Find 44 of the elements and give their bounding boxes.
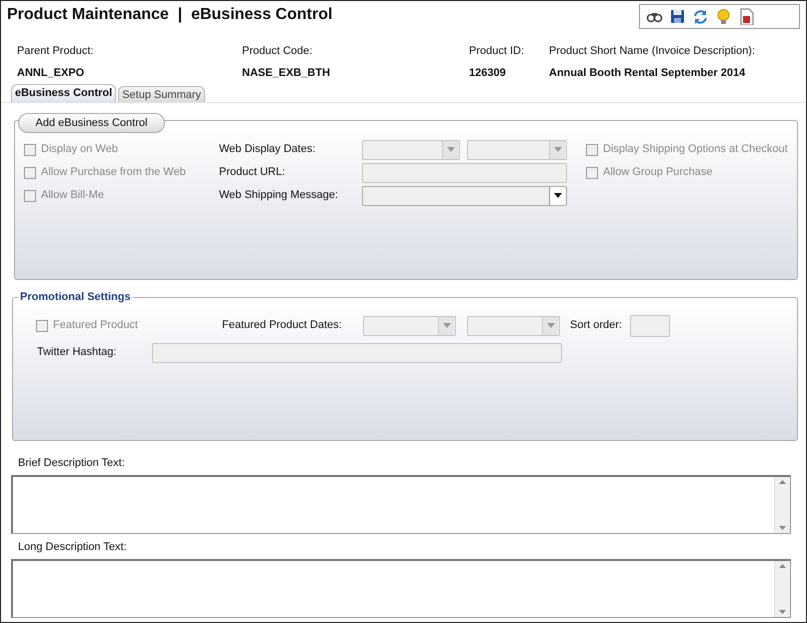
scroll-down-icon[interactable] [779, 526, 786, 530]
save-icon[interactable] [669, 8, 686, 25]
field-value: ANNL_EXPO [17, 66, 86, 80]
dropdown[interactable] [363, 316, 456, 336]
window-title: Product Maintenance | eBusiness Control [7, 5, 332, 25]
tab[interactable]: eBusiness Control [11, 84, 116, 102]
lightbulb-icon[interactable] [715, 8, 732, 25]
field-label: Product URL: [219, 165, 286, 180]
field-label: Featured Product Dates: [222, 318, 343, 334]
checkbox-label: Display Shipping Options at Checkout [603, 142, 788, 158]
field-label: Parent Product: [17, 44, 94, 59]
field-value: Annual Booth Rental September 2014 [549, 66, 746, 80]
refresh-icon[interactable] [692, 8, 709, 25]
text-area[interactable] [11, 559, 791, 618]
field-label: Web Display Dates: [219, 142, 316, 158]
input-field[interactable] [630, 314, 670, 336]
add-button[interactable]: Add eBusiness Control [18, 113, 165, 133]
field-label: Product Code: [242, 44, 314, 59]
field-label: Product Short Name (Invoice Description): [549, 44, 756, 59]
checkbox-label: Allow Group Purchase [603, 165, 712, 180]
checkbox-label: Allow Bill-Me [41, 188, 104, 204]
scroll-up-icon[interactable] [779, 480, 786, 484]
checkbox-label: Featured Product [53, 318, 138, 334]
scrollbar[interactable] [774, 561, 790, 617]
field-label: Web Shipping Message: [219, 188, 340, 204]
checkbox-label: Allow Purchase from the Web [41, 165, 186, 180]
field-value: NASE_EXB_BTH [242, 66, 332, 80]
scroll-down-icon[interactable] [779, 610, 786, 614]
checkbox-label: Display on Web [41, 142, 118, 158]
text-area[interactable] [11, 475, 791, 534]
scrollbar[interactable] [774, 477, 790, 533]
field-label: Long Description Text: [17, 540, 128, 555]
dropdown[interactable] [467, 316, 560, 336]
dropdown-arrow-icon[interactable] [554, 193, 562, 198]
input-field[interactable] [152, 342, 562, 362]
field-label: Brief Description Text: [17, 456, 126, 471]
scroll-up-icon[interactable] [779, 564, 786, 568]
field-label: Product ID: [469, 44, 526, 59]
field-label: Sort order: [570, 318, 623, 334]
section-title: Promotional Settings [18, 289, 133, 306]
document-icon[interactable] [738, 8, 755, 25]
tab[interactable]: Setup Summary [118, 86, 206, 102]
field-value: 126309 [469, 66, 507, 80]
field-label: Twitter Hashtag: [37, 345, 118, 360]
